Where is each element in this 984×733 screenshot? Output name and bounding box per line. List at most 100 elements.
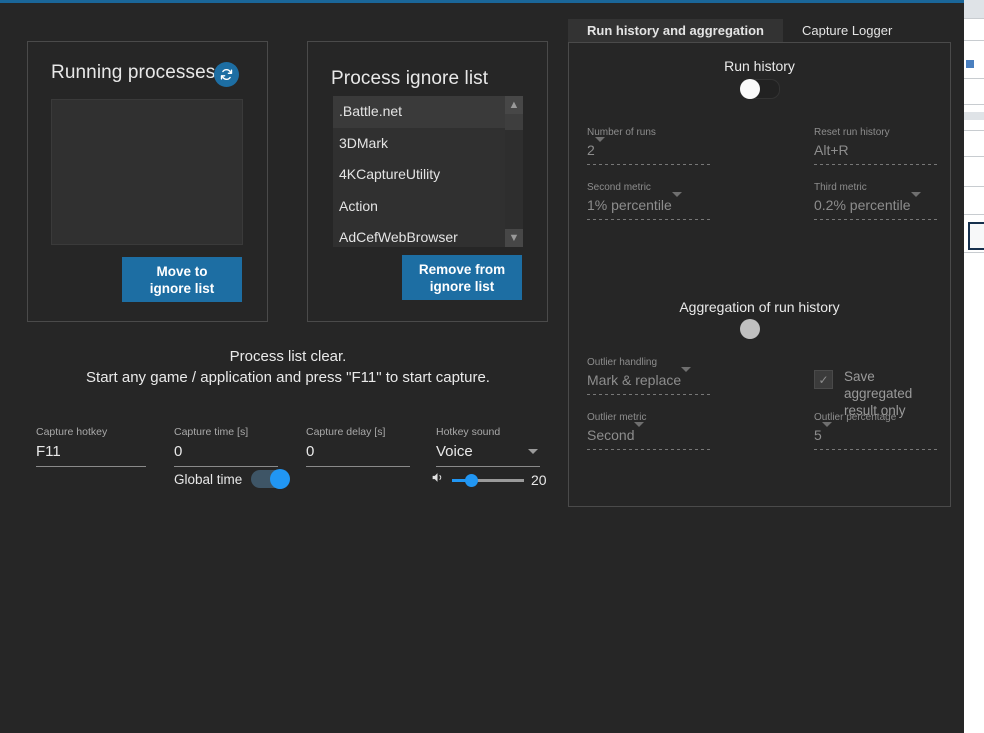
list-item[interactable]: 3DMark xyxy=(333,128,523,160)
volume-icon xyxy=(430,471,445,489)
process-ignore-listbox[interactable]: .Battle.net 3DMark 4KCaptureUtility Acti… xyxy=(333,96,523,247)
capture-hotkey-label: Capture hotkey xyxy=(36,426,146,438)
process-ignore-list-title: Process ignore list xyxy=(331,68,488,90)
chevron-down-icon xyxy=(681,367,691,388)
save-aggregated-result-checkbox[interactable]: ✓ Save aggregated result only xyxy=(814,368,940,419)
number-of-runs-value: 2 xyxy=(587,142,595,158)
chevron-down-icon xyxy=(822,422,832,443)
hotkey-sound-row[interactable]: Voice xyxy=(436,441,540,462)
reset-run-history-field[interactable]: Reset run history Alt+R xyxy=(814,127,938,165)
second-metric-value: 1% percentile xyxy=(587,197,672,213)
field-underline xyxy=(174,466,278,467)
capture-time-value[interactable]: 0 xyxy=(174,441,278,462)
capture-delay-label: Capture delay [s] xyxy=(306,426,410,438)
hotkey-sound-label: Hotkey sound xyxy=(436,426,540,438)
refresh-icon[interactable] xyxy=(214,62,239,87)
chevron-down-icon xyxy=(528,449,538,454)
run-history-title: Run history xyxy=(569,58,950,74)
remove-button-line1: Remove from xyxy=(419,262,505,277)
volume-track[interactable] xyxy=(452,479,524,482)
aggregation-toggle[interactable] xyxy=(741,320,779,338)
outlier-handling-select[interactable]: Outlier handling Mark & replace xyxy=(587,357,711,395)
arrow-down-icon[interactable]: ▼ xyxy=(505,229,523,247)
field-underline-dotted xyxy=(814,219,938,220)
field-underline-dotted xyxy=(587,219,711,220)
number-of-runs-row[interactable]: 2 xyxy=(587,140,711,160)
volume-knob[interactable] xyxy=(465,474,478,487)
field-underline xyxy=(36,466,146,467)
chevron-down-icon xyxy=(672,192,682,213)
capture-delay-value[interactable]: 0 xyxy=(306,441,410,462)
hotkey-sound-select[interactable]: Hotkey sound Voice xyxy=(436,426,540,467)
list-item[interactable]: Action xyxy=(333,191,523,223)
remove-button-line2: ignore list xyxy=(430,279,495,294)
outlier-handling-row[interactable]: Mark & replace xyxy=(587,370,711,390)
chevron-down-icon xyxy=(634,422,644,443)
remove-from-ignore-list-button[interactable]: Remove from ignore list xyxy=(402,255,522,300)
tab-bar: Run history and aggregation Capture Logg… xyxy=(568,19,911,42)
outlier-metric-label: Outlier metric xyxy=(587,412,711,423)
capture-hotkey-value[interactable]: F11 xyxy=(36,441,146,462)
move-button-line1: Move to xyxy=(156,264,207,279)
run-history-toggle[interactable] xyxy=(740,79,780,99)
status-line-2: Start any game / application and press "… xyxy=(0,367,576,388)
field-underline-dotted xyxy=(587,449,711,450)
running-processes-listbox[interactable] xyxy=(51,99,243,245)
field-underline-dotted xyxy=(587,164,711,165)
field-underline-dotted xyxy=(814,164,938,165)
background-blue-marker xyxy=(966,60,974,68)
save-aggregated-result-label: Save aggregated result only xyxy=(844,368,940,419)
outlier-percentage-row[interactable]: 5 xyxy=(814,425,938,445)
outlier-handling-label: Outlier handling xyxy=(587,357,711,368)
second-metric-select[interactable]: Second metric 1% percentile xyxy=(587,182,711,220)
hotkey-volume-slider[interactable]: 20 xyxy=(430,471,547,489)
list-item[interactable]: 4KCaptureUtility xyxy=(333,159,523,191)
field-underline xyxy=(306,466,410,467)
list-item[interactable]: .Battle.net xyxy=(333,96,523,128)
second-metric-label: Second metric xyxy=(587,182,711,193)
third-metric-value: 0.2% percentile xyxy=(814,197,911,213)
background-input-box xyxy=(968,222,984,250)
field-underline-dotted xyxy=(814,449,938,450)
global-time-toggle[interactable] xyxy=(251,470,289,488)
number-of-runs-label: Number of runs xyxy=(587,127,711,138)
app-window: Running processes Move to ignore list Pr… xyxy=(0,0,964,733)
aggregation-section-header: Aggregation of run history xyxy=(569,299,950,338)
second-metric-row[interactable]: 1% percentile xyxy=(587,195,711,215)
outlier-metric-select[interactable]: Outlier metric Second xyxy=(587,412,711,450)
global-time-setting[interactable]: Global time xyxy=(174,470,289,488)
chevron-down-icon xyxy=(911,192,921,213)
outlier-percentage-value: 5 xyxy=(814,427,822,443)
aggregation-title: Aggregation of run history xyxy=(569,299,950,315)
outlier-metric-value: Second xyxy=(587,427,634,443)
field-underline xyxy=(436,466,540,467)
running-processes-title: Running processes xyxy=(51,62,215,84)
list-item[interactable]: AdCefWebBrowser xyxy=(333,222,523,247)
capture-hotkey-field[interactable]: Capture hotkey F11 xyxy=(36,426,146,467)
arrow-up-icon[interactable]: ▲ xyxy=(505,96,523,114)
run-history-section-header: Run history xyxy=(569,58,950,99)
field-underline-dotted xyxy=(587,394,711,395)
capture-time-label: Capture time [s] xyxy=(174,426,278,438)
tab-capture-logger[interactable]: Capture Logger xyxy=(783,19,911,42)
window-accent-bar xyxy=(0,0,964,3)
capture-delay-field[interactable]: Capture delay [s] 0 xyxy=(306,426,410,467)
capture-time-field[interactable]: Capture time [s] 0 xyxy=(174,426,278,467)
run-history-panel: Run history Number of runs 2 Reset run h… xyxy=(568,42,951,507)
number-of-runs-select[interactable]: Number of runs 2 xyxy=(587,127,711,165)
move-button-line2: ignore list xyxy=(150,281,215,296)
reset-run-history-label: Reset run history xyxy=(814,127,938,138)
status-line-1: Process list clear. xyxy=(0,346,576,367)
status-message: Process list clear. Start any game / app… xyxy=(0,346,576,388)
reset-run-history-value: Alt+R xyxy=(814,140,938,160)
volume-value: 20 xyxy=(531,472,547,488)
tab-run-history-and-aggregation[interactable]: Run history and aggregation xyxy=(568,19,783,42)
chevron-down-icon xyxy=(595,137,605,158)
move-to-ignore-list-button[interactable]: Move to ignore list xyxy=(122,257,242,302)
third-metric-row[interactable]: 0.2% percentile xyxy=(814,195,938,215)
scrollbar-thumb[interactable] xyxy=(505,114,523,130)
check-icon[interactable]: ✓ xyxy=(814,370,833,389)
outlier-metric-row[interactable]: Second xyxy=(587,425,711,445)
ignore-list-scrollbar[interactable]: ▲ ▼ xyxy=(505,96,523,247)
third-metric-select[interactable]: Third metric 0.2% percentile xyxy=(814,182,938,220)
